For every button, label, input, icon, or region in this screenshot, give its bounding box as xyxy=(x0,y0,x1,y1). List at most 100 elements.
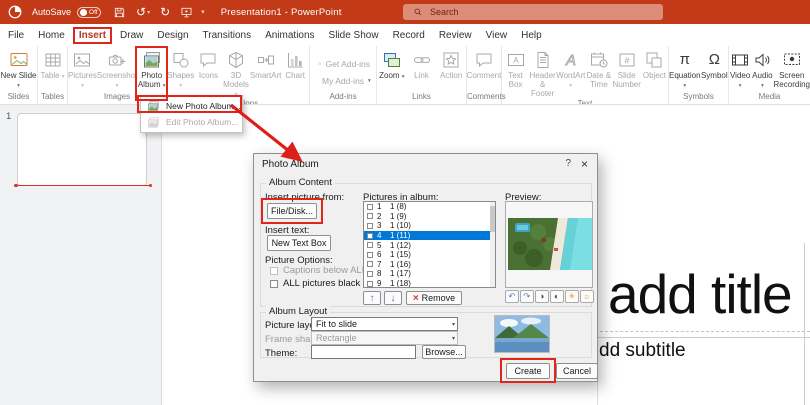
move-picture-up-button[interactable]: ↑ xyxy=(363,291,381,305)
object-button[interactable]: Object xyxy=(641,48,668,80)
album-picture-row[interactable]: 8 1 (17) xyxy=(364,269,495,279)
album-picture-row[interactable]: 2 1 (9) xyxy=(364,212,495,222)
slide-number-button[interactable]: Slide Number xyxy=(612,48,641,89)
zoom-button[interactable]: Zoom ▾ xyxy=(377,48,407,80)
slide-subtitle-placeholder-text[interactable]: dd subtitle xyxy=(599,340,686,362)
increase-brightness-button[interactable]: ☀ xyxy=(565,290,579,303)
tab-draw[interactable]: Draw xyxy=(120,30,143,41)
equation-button[interactable]: π Equation ▾ xyxy=(669,48,701,90)
screenshot-button[interactable]: Screenshot ▾ xyxy=(97,48,137,90)
file-disk-button[interactable]: File/Disk... xyxy=(267,203,317,219)
comment-button[interactable]: Comment xyxy=(467,48,501,80)
my-addins-button[interactable]: My Add-ins ▾ xyxy=(318,74,371,87)
theme-input[interactable] xyxy=(311,345,416,359)
date-time-button[interactable]: Date & Time xyxy=(585,48,612,89)
action-button[interactable]: Action xyxy=(436,48,466,80)
tab-view[interactable]: View xyxy=(486,30,508,41)
pictures-button[interactable]: Pictures ▾ xyxy=(68,48,97,90)
picture-checkbox-icon[interactable] xyxy=(367,261,373,268)
cancel-button[interactable]: Cancel xyxy=(556,363,598,379)
tab-transitions[interactable]: Transitions xyxy=(203,30,252,41)
decrease-contrast-button[interactable]: ◐ xyxy=(550,290,564,303)
rotate-left-button[interactable]: ↶ xyxy=(505,290,519,303)
shapes-button[interactable]: Shapes ▾ xyxy=(167,48,195,90)
picture-checkbox-icon[interactable] xyxy=(367,213,373,220)
3d-models-icon xyxy=(226,50,246,70)
rotate-right-button[interactable]: ↷ xyxy=(520,290,534,303)
increase-contrast-button[interactable]: ◑ xyxy=(535,290,549,303)
link-button[interactable]: Link xyxy=(407,48,437,80)
save-icon[interactable] xyxy=(113,6,126,19)
tab-slide-show[interactable]: Slide Show xyxy=(329,30,379,41)
album-picture-row[interactable]: 3 1 (10) xyxy=(364,221,495,231)
tab-help[interactable]: Help xyxy=(521,30,542,41)
pictures-listbox[interactable]: 1 1 (8) 2 1 (9) 3 1 (10) 4 1 (11) 5 1 (12) 6 1 (15)… xyxy=(363,201,496,288)
listbox-scrollbar[interactable] xyxy=(490,202,495,287)
photo-album-button[interactable]: Photo Album ▾ xyxy=(137,48,166,90)
quick-access-chevron-icon[interactable]: ▾ xyxy=(201,8,205,16)
down-arrow-icon: ↓ xyxy=(390,292,396,304)
text-box-button[interactable]: Text Box xyxy=(502,48,529,89)
picture-checkbox-icon[interactable] xyxy=(367,203,373,210)
album-picture-row[interactable]: 6 1 (15) xyxy=(364,250,495,260)
table-button[interactable]: Table ▾ xyxy=(38,48,67,80)
autosave-toggle[interactable]: Off xyxy=(77,6,102,18)
slide-number-label: 1 xyxy=(6,111,12,122)
object-icon xyxy=(644,50,664,70)
picture-checkbox-icon[interactable] xyxy=(367,270,373,277)
album-picture-row[interactable]: 5 1 (12) xyxy=(364,240,495,250)
dialog-close-icon[interactable]: × xyxy=(581,157,588,171)
album-picture-row[interactable]: 1 1 (8) xyxy=(364,202,495,212)
smartart-button[interactable]: SmartArt xyxy=(250,48,281,80)
album-picture-row[interactable]: 9 1 (18) xyxy=(364,279,495,287)
get-addins-button[interactable]: Get Add-ins xyxy=(318,57,370,70)
decrease-brightness-button[interactable]: ☼ xyxy=(580,290,594,303)
picture-checkbox-icon[interactable] xyxy=(367,280,373,287)
tab-review[interactable]: Review xyxy=(439,30,472,41)
browse-button[interactable]: Browse... xyxy=(422,345,466,359)
video-button[interactable]: Video ▾ xyxy=(729,48,751,90)
new-text-box-button[interactable]: New Text Box xyxy=(267,235,331,251)
undo-dropdown-icon[interactable]: ▾ xyxy=(147,9,150,16)
ribbon-group-text: Text Box Header & Footer WordArt ▾ Date … xyxy=(502,46,669,104)
increase-brightness-icon: ☀ xyxy=(567,291,576,302)
frame-shape-select[interactable]: Rectangle ▾ xyxy=(311,331,458,345)
slide-title-placeholder-text[interactable]: add title xyxy=(608,262,793,326)
wordart-button[interactable]: WordArt ▾ xyxy=(556,48,585,90)
dialog-help-button[interactable]: ? xyxy=(565,158,571,169)
3d-models-button[interactable]: 3D Models ▾ xyxy=(222,48,250,99)
symbol-button[interactable]: Ω Symbol xyxy=(701,48,728,80)
tab-animations[interactable]: Animations xyxy=(265,30,314,41)
picture-checkbox-icon[interactable] xyxy=(367,222,373,229)
redo-icon[interactable]: ↻ xyxy=(160,6,170,18)
remove-picture-button[interactable]: × Remove xyxy=(406,291,462,305)
create-button[interactable]: Create xyxy=(506,363,550,379)
album-picture-row[interactable]: 4 1 (11) xyxy=(364,230,495,241)
start-presentation-icon[interactable] xyxy=(180,6,193,19)
new-slide-button[interactable]: New Slide ▾ xyxy=(0,48,37,90)
tab-design[interactable]: Design xyxy=(157,30,188,41)
icons-button[interactable]: Icons xyxy=(195,48,223,80)
tab-file[interactable]: File xyxy=(8,30,24,41)
group-label-addins: Add-ins xyxy=(329,92,357,101)
screen-recording-button[interactable]: Screen Recording xyxy=(774,48,810,89)
slide-thumbnail[interactable] xyxy=(17,113,147,186)
rotate-left-icon: ↶ xyxy=(508,291,516,302)
tab-record[interactable]: Record xyxy=(393,30,425,41)
move-picture-down-button[interactable]: ↓ xyxy=(384,291,402,305)
tab-insert[interactable]: Insert xyxy=(79,30,106,41)
picture-checkbox-icon[interactable] xyxy=(367,232,373,239)
menu-item-new-photo-album[interactable]: New Photo Album... xyxy=(141,98,242,114)
scrollbar-thumb[interactable] xyxy=(490,206,495,232)
header-footer-button[interactable]: Header & Footer xyxy=(529,48,556,99)
album-picture-row[interactable]: 7 1 (16) xyxy=(364,260,495,270)
undo-icon[interactable]: ↺ xyxy=(136,6,146,18)
search-input[interactable]: Search xyxy=(403,4,663,20)
menu-item-edit-photo-album[interactable]: Edit Photo Album... xyxy=(141,114,242,130)
picture-checkbox-icon[interactable] xyxy=(367,251,373,258)
audio-button[interactable]: Audio ▾ xyxy=(751,48,773,90)
tab-home[interactable]: Home xyxy=(38,30,65,41)
picture-layout-select[interactable]: Fit to slide ▾ xyxy=(311,317,458,331)
picture-checkbox-icon[interactable] xyxy=(367,242,373,249)
chart-button[interactable]: Chart xyxy=(281,48,309,80)
